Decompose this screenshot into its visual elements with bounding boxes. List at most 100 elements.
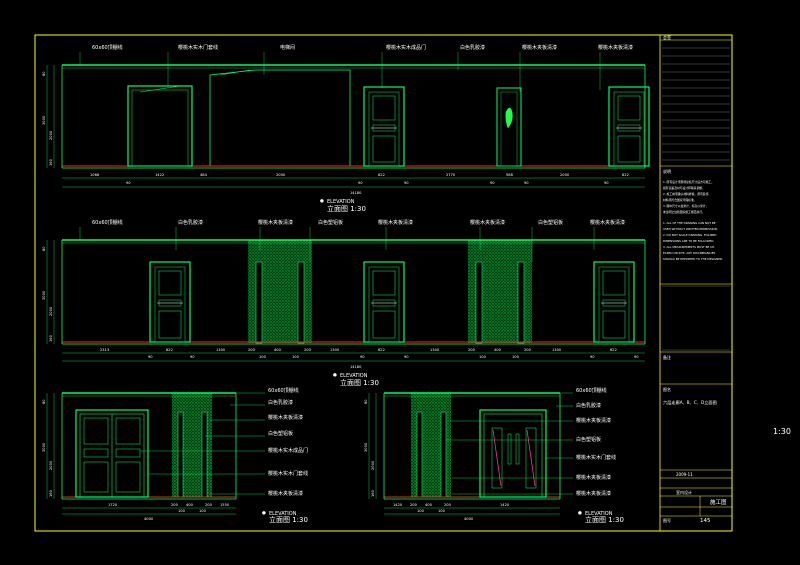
- e4-title: 立面图 1:30: [585, 515, 624, 524]
- e1-label-5: 樱桃木夹板清漆: [522, 44, 557, 51]
- e4-label-2: 樱桃木夹板清漆: [576, 417, 611, 424]
- cad-drawing: 60x60顶棚线 樱桃木实木门套线 电梯间 樱桃木实木成品门 白色乳胶漆 樱桃木…: [34, 34, 791, 532]
- e2-d-3: 90: [190, 355, 195, 359]
- e3-label-0: 60x60顶棚线: [268, 387, 299, 394]
- tb-note-en-2: 2. DO NOT SCALE DRAWING. FIGURED: [663, 233, 716, 237]
- tb-note-en-1: USED WITHOUT WRITTEN PERMISSION.: [663, 227, 718, 231]
- elevation-2: 60x60顶棚线 白色乳胶漆 樱桃木夹板清漆 白色塑铝板 樱桃木夹板清漆 樱桃木…: [42, 219, 646, 387]
- e2-d-21: 90: [590, 355, 595, 359]
- elevation-1: 60x60顶棚线 樱桃木实木门套线 电梯间 樱桃木实木成品门 白色乳胶漆 樱桃木…: [42, 44, 650, 213]
- e2-h-1: 3000: [42, 290, 46, 300]
- e2-d-11: 90: [360, 355, 365, 359]
- e3-d-4: 100: [199, 509, 207, 513]
- e2-d-13: 90: [404, 355, 409, 359]
- e3-label-4: 樱桃木实木成品门: [268, 447, 308, 454]
- e2-d-5: 200: [248, 348, 256, 352]
- elevation-4: 60x60顶棚线 白色乳胶漆 樱桃木夹板清漆 白色塑铝板 樱桃木实木门套线 樱桃…: [364, 387, 624, 524]
- e4-h-3: 160: [371, 489, 375, 497]
- e2-h-3: 160: [49, 334, 53, 342]
- e3-label-6: 樱桃木夹板清漆: [268, 490, 303, 497]
- e2-d-18: 100: [512, 355, 520, 359]
- e3-d-2: 100: [178, 509, 186, 513]
- e1-d-8: 2770: [446, 173, 456, 177]
- e1-label-4: 白色乳胶漆: [460, 44, 485, 51]
- e2-label-3: 白色塑铝板: [318, 219, 343, 226]
- tb-sheet-no: 145: [700, 518, 711, 524]
- e2-h-0: 80: [42, 246, 46, 251]
- e3-label-3: 白色塑铝板: [268, 430, 293, 437]
- tb-drawing-name-label: 图名: [663, 386, 671, 392]
- e3-h-3: 160: [49, 489, 53, 497]
- e1-h-2: 2000: [49, 130, 53, 140]
- tb-note-en-0: 1. ALL OF THE DRAWING CAN NOT BE: [663, 221, 716, 225]
- e2-label-6: 白色塑铝板: [538, 219, 563, 226]
- e2-label-5: 樱桃木夹板清漆: [470, 219, 505, 226]
- tb-note-cn-1: 如有误差及时与设计师联系调整。: [663, 186, 705, 190]
- tb-note-cn-3: 材料须符合国家环保标准。: [663, 198, 697, 202]
- e4-d-0: 1420: [393, 503, 403, 507]
- e1-d-9: 90: [490, 181, 495, 185]
- e1-h-3: 160: [49, 158, 53, 166]
- e4-label-1: 白色乳胶漆: [576, 402, 601, 409]
- e2-label-4: 樱桃木夹板清漆: [378, 219, 413, 226]
- e2-d-9: 200: [304, 348, 312, 352]
- e2-label-7: 樱桃木夹板清漆: [590, 219, 625, 226]
- e1-h-1: 3000: [42, 115, 46, 125]
- e1-label-2: 电梯间: [280, 44, 295, 51]
- e2-title: 立面图 1:30: [340, 378, 379, 387]
- e1-d-10: 568: [506, 173, 514, 177]
- elevation-3: 60x60顶棚线 白色乳胶漆 樱桃木夹板清漆 白色塑铝板 樱桃木实木成品门 樱桃…: [42, 387, 308, 524]
- e1-d-5: 90: [358, 181, 363, 185]
- e2-h-2: 2000: [49, 306, 53, 316]
- e1-title: 立面图 1:30: [327, 204, 366, 213]
- e3-title: 立面图 1:30: [269, 515, 308, 524]
- e1-d-4: 2000: [276, 173, 286, 177]
- tb-header: 会签: [663, 34, 671, 40]
- e3-total: 4000: [144, 517, 154, 521]
- e3-h-1: 3000: [42, 442, 46, 452]
- e2-label-2: 樱桃木夹板清漆: [258, 219, 293, 226]
- e1-label-1: 樱桃木实木门套线: [178, 44, 218, 51]
- e2-label-1: 白色乳胶漆: [178, 219, 203, 226]
- e2-d-0: 2313: [100, 348, 109, 352]
- e3-d-5: 200: [205, 503, 213, 507]
- title-block: 会签 说明 备注 图名 2009-11 室内设计 图号 1. 所有设计须现场复核…: [659, 34, 733, 532]
- tb-remark: 备注: [663, 354, 671, 360]
- tb-notes-title: 说明: [663, 168, 671, 174]
- e4-d-4: 100: [438, 509, 446, 513]
- e2-d-1: 90: [148, 355, 153, 359]
- tb-drawing-name: 六层走廊A、B、C、D立面图: [663, 399, 717, 406]
- e4-h-1: 3000: [364, 442, 368, 452]
- e4-label-0: 60x60顶棚线: [576, 387, 607, 394]
- e2-d-10: 1300: [330, 348, 340, 352]
- e3-tag: ●: [262, 511, 266, 516]
- e1-d-3: 484: [200, 173, 208, 177]
- e2-tag: ●: [333, 373, 337, 378]
- e3-label-1: 白色乳胶漆: [268, 399, 293, 406]
- e3-label-2: 樱桃木夹板清漆: [268, 414, 303, 421]
- e1-label-0: 60x60顶棚线: [92, 44, 123, 51]
- tb-note-en-6: SHOULD BE REPORTED TO THE DESIGNER.: [663, 257, 723, 261]
- e2-d-16: 100: [479, 355, 487, 359]
- e3-h-0: 80: [42, 399, 46, 404]
- e2-d-20: 1300: [552, 348, 562, 352]
- e1-tag: ●: [320, 199, 324, 204]
- tb-note-cn-5: 未注明之处按国家施工规范执行。: [663, 210, 705, 214]
- e4-d-6: 1420: [500, 503, 510, 507]
- e2-label-0: 60x60顶棚线: [92, 219, 123, 226]
- e1-total: 14180: [350, 191, 362, 195]
- e1-d-2: 1422: [155, 173, 164, 177]
- e2-d-22: 822: [610, 348, 617, 352]
- e1-d-12: 2000: [560, 173, 570, 177]
- e2-d-19: 200: [524, 348, 532, 352]
- e1-d-7: 90: [404, 181, 409, 185]
- e4-label-6: 樱桃木夹板清漆: [576, 490, 611, 497]
- e2-d-12: 822: [378, 348, 385, 352]
- e4-tag: ●: [578, 511, 582, 516]
- e3-h-2: 2000: [49, 460, 53, 470]
- tb-note-en-4: 3. ALL MEASUREMENTS MUST BE CH-: [663, 245, 715, 249]
- e2-d-23: 90: [634, 355, 639, 359]
- e1-d-14: 822: [622, 173, 629, 177]
- scale-side-label: 1:30: [773, 427, 791, 436]
- e4-label-3: 白色塑铝板: [576, 436, 601, 443]
